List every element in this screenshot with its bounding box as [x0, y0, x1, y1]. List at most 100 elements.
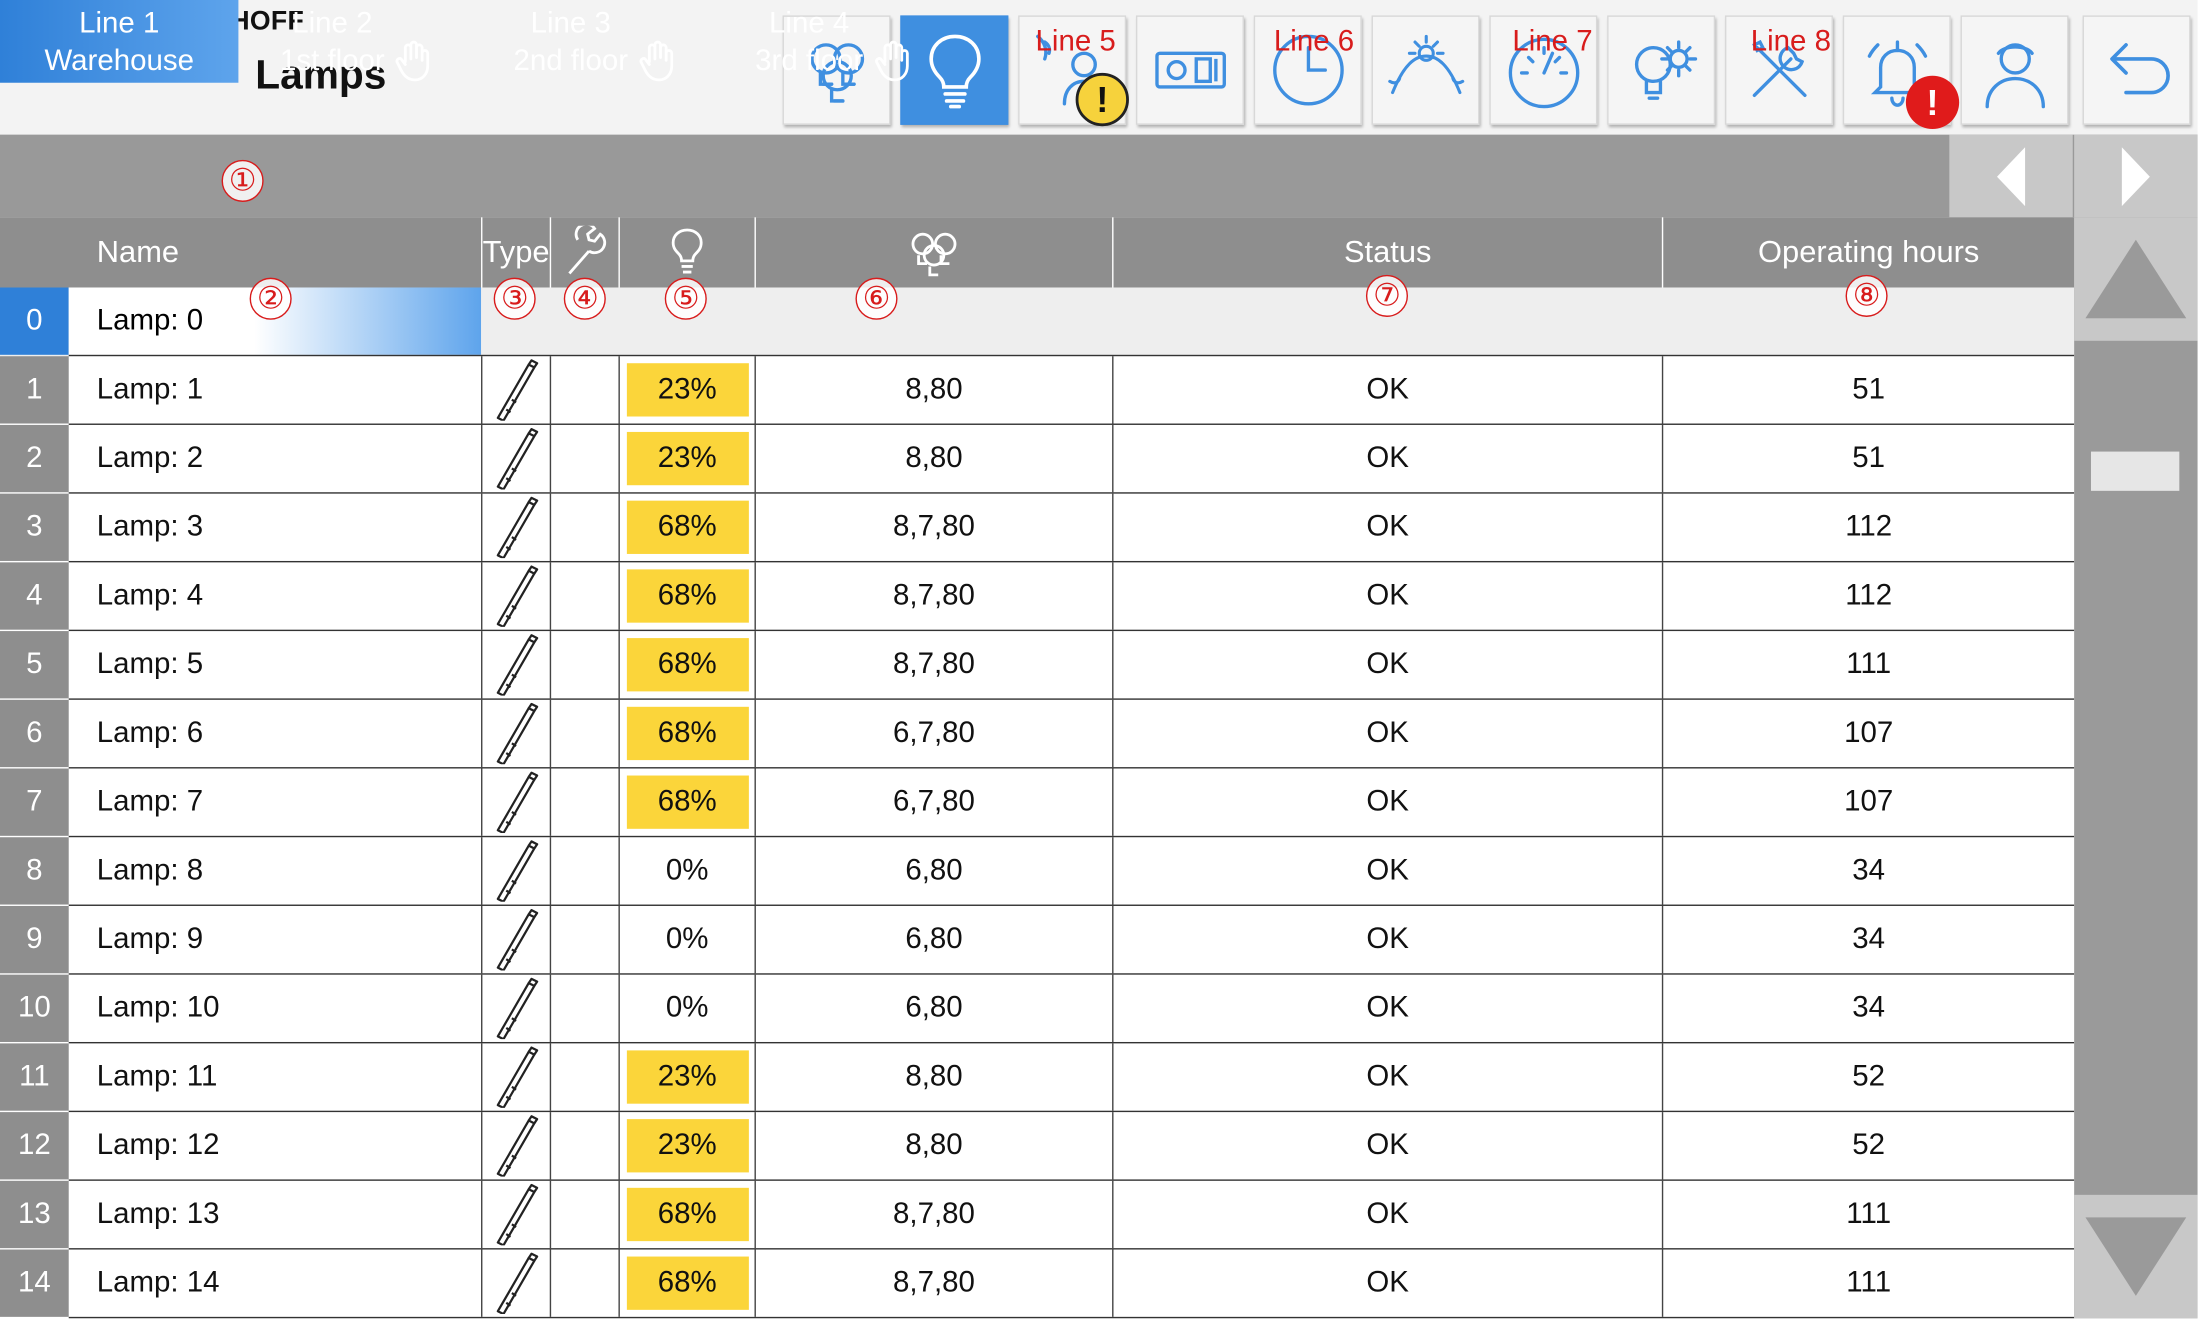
dim-level-badge: 23%: [626, 1119, 749, 1173]
row-index: 3: [0, 493, 69, 561]
row-dim-cell[interactable]: 0%: [618, 837, 754, 905]
row-type-cell[interactable]: [481, 768, 550, 836]
table-row[interactable]: 11 Lamp: 11 23% 8,80 OK 52: [0, 1043, 2075, 1113]
row-type-cell[interactable]: [481, 562, 550, 630]
row-name: Lamp: 2: [96, 441, 204, 475]
row-dim-cell[interactable]: 0%: [618, 974, 754, 1042]
row-index: 10: [0, 974, 69, 1042]
table-row[interactable]: 13 Lamp: 13 68% 8,7,80 OK 111: [0, 1180, 2075, 1250]
row-maintenance-cell[interactable]: [549, 562, 619, 630]
row-name: Lamp: 10: [96, 991, 220, 1024]
row-maintenance-cell[interactable]: [549, 356, 619, 424]
row-type-cell[interactable]: [481, 837, 550, 905]
tabs-next-button[interactable]: [2074, 134, 2198, 218]
back-icon: [2109, 43, 2170, 95]
row-status-cell: OK: [1112, 1043, 1662, 1111]
row-type-cell[interactable]: [481, 631, 550, 699]
column-groups-header[interactable]: [754, 217, 1112, 288]
tab-line-1-title: Line 1: [79, 6, 160, 39]
row-hours-cell: 112: [1661, 493, 2074, 561]
nav-user-button[interactable]: [1960, 15, 2069, 125]
row-maintenance-cell[interactable]: [549, 1249, 619, 1317]
row-maintenance-cell[interactable]: [549, 493, 619, 561]
table-row[interactable]: 5 Lamp: 5 68% 8,7,80 OK 111: [0, 631, 2075, 700]
table-row[interactable]: 14 Lamp: 14 68% 8,7,80 OK 111: [0, 1249, 2075, 1319]
tab-line-1[interactable]: Line 1 Warehouse: [0, 0, 239, 83]
row-dim-cell[interactable]: 0%: [618, 905, 754, 974]
scroll-down-button[interactable]: [2074, 1194, 2198, 1319]
table-row[interactable]: 1 Lamp: 1 23% 8,80 OK 51: [0, 356, 2075, 425]
row-name: Lamp: 13: [96, 1197, 220, 1230]
column-name-header[interactable]: Name: [69, 217, 481, 287]
table-row[interactable]: 6 Lamp: 6 68% 6,7,80 OK 107: [0, 699, 2075, 769]
row-maintenance-cell[interactable]: [549, 1043, 619, 1111]
tab-line-7[interactable]: Line 7: [1433, 0, 1671, 83]
row-status-cell: OK: [1112, 356, 1662, 424]
row-hours-cell: 51: [1661, 424, 2074, 493]
row-maintenance-cell[interactable]: [549, 768, 619, 836]
row-maintenance-cell[interactable]: [549, 631, 619, 699]
scroll-up-button[interactable]: [2074, 217, 2198, 341]
tab-line-2-subtitle: 1st floor: [279, 44, 385, 77]
table-row[interactable]: 10 Lamp: 10 0% 6,80 OK 34: [0, 974, 2075, 1044]
row-dim-cell[interactable]: 23%: [618, 1112, 754, 1180]
row-type-cell[interactable]: [481, 699, 550, 768]
tab-line-8[interactable]: Line 8: [1672, 0, 1910, 83]
tab-line-5[interactable]: Line 5: [956, 0, 1194, 83]
arrow-up-icon: [2085, 239, 2187, 319]
row-dim-cell[interactable]: 23%: [618, 356, 754, 424]
row-dim-cell[interactable]: 68%: [618, 1180, 754, 1249]
row-type-cell[interactable]: [481, 424, 550, 493]
row-groups-cell: 6,7,80: [754, 699, 1112, 768]
nav-back-button[interactable]: [2082, 15, 2191, 125]
row-name: Lamp: 5: [96, 647, 204, 681]
row-dim-cell[interactable]: 68%: [618, 699, 754, 768]
row-dim-cell[interactable]: 23%: [618, 424, 754, 493]
row-type-cell[interactable]: [481, 1180, 550, 1249]
table-row[interactable]: 4 Lamp: 4 68% 8,7,80 OK 112: [0, 562, 2075, 632]
row-dim-cell[interactable]: 68%: [618, 562, 754, 630]
row-type-cell[interactable]: [481, 1043, 550, 1111]
lamp-group-icon: [911, 232, 957, 277]
table-row-selected[interactable]: 0 Lamp: 0: [0, 287, 2075, 357]
row-maintenance-cell[interactable]: [549, 905, 619, 974]
table-row[interactable]: 12 Lamp: 12 23% 8,80 OK 52: [0, 1112, 2075, 1181]
tab-line-2[interactable]: Line 2 1st floor: [238, 0, 476, 83]
row-maintenance-cell[interactable]: [549, 1180, 619, 1249]
row-type-cell[interactable]: [481, 974, 550, 1042]
row-name: Lamp: 9: [96, 922, 204, 956]
tabs-prev-button[interactable]: [1949, 134, 2073, 218]
row-dim-cell[interactable]: 68%: [618, 631, 754, 699]
row-name: Lamp: 7: [96, 785, 204, 818]
row-type-cell[interactable]: [481, 356, 550, 424]
row-type-cell[interactable]: [481, 905, 550, 974]
row-maintenance-cell[interactable]: [549, 424, 619, 493]
table-row[interactable]: 8 Lamp: 8 0% 6,80 OK 34: [0, 837, 2075, 906]
row-type-cell[interactable]: [481, 493, 550, 561]
tab-line-3[interactable]: Line 3 2nd floor: [477, 0, 715, 83]
table-row[interactable]: 2 Lamp: 2 23% 8,80 OK 51: [0, 424, 2075, 494]
row-maintenance-cell[interactable]: [549, 974, 619, 1042]
row-maintenance-cell[interactable]: [549, 837, 619, 905]
tab-line-6[interactable]: Line 6: [1195, 0, 1433, 83]
row-maintenance-cell[interactable]: [549, 699, 619, 768]
luminaire-type-icon: [496, 771, 539, 834]
dim-level-badge: 68%: [626, 1187, 749, 1242]
row-maintenance-cell[interactable]: [549, 1112, 619, 1180]
row-dim-cell[interactable]: 68%: [618, 768, 754, 836]
row-name: Lamp: 11: [96, 1060, 218, 1093]
row-type-cell[interactable]: [481, 1112, 550, 1180]
luminaire-type-icon: [496, 1183, 539, 1246]
table-row[interactable]: 3 Lamp: 3 68% 8,7,80 OK 112: [0, 493, 2075, 563]
tab-line-4[interactable]: Line 4 3rd floor: [715, 0, 953, 83]
scrollbar-thumb[interactable]: [2090, 451, 2180, 491]
row-name: Lamp: 3: [96, 510, 204, 543]
dim-level-badge: 68%: [626, 500, 749, 554]
row-dim-cell[interactable]: 68%: [618, 1249, 754, 1317]
row-dim-cell[interactable]: 23%: [618, 1043, 754, 1111]
vertical-scrollbar[interactable]: [2074, 217, 2198, 1319]
row-dim-cell[interactable]: 68%: [618, 493, 754, 561]
row-type-cell[interactable]: [481, 1249, 550, 1317]
table-row[interactable]: 9 Lamp: 9 0% 6,80 OK 34: [0, 905, 2075, 975]
table-row[interactable]: 7 Lamp: 7 68% 6,7,80 OK 107: [0, 768, 2075, 838]
